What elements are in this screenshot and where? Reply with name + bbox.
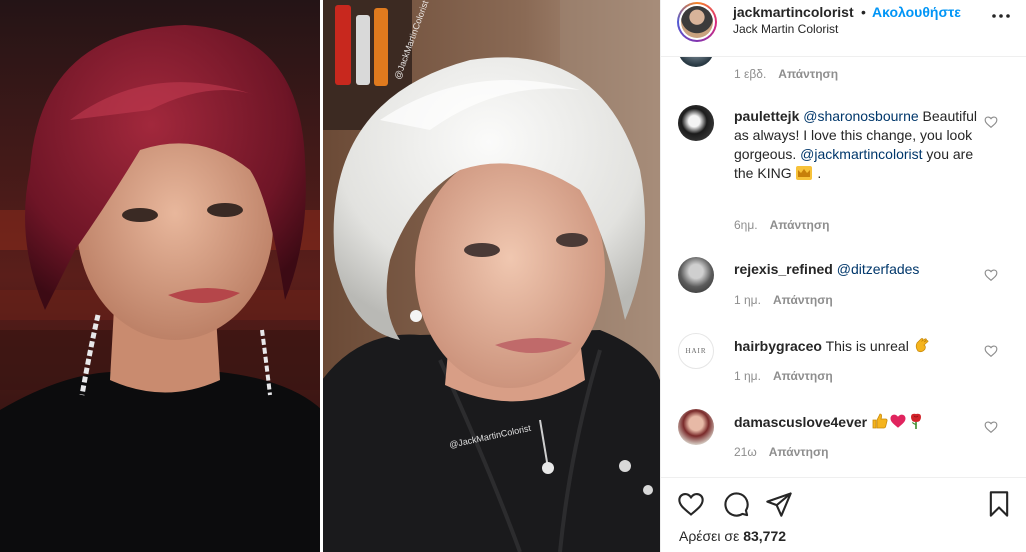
post-actions: Αρέσει σε 83,772	[661, 477, 1026, 552]
likes-number: 83,772	[743, 528, 787, 544]
comment-time: 21ω	[734, 445, 757, 459]
reply-button[interactable]: Απάντηση	[778, 67, 838, 81]
mention-link[interactable]: @sharonosbourne	[803, 108, 918, 124]
like-comment-icon[interactable]	[984, 115, 998, 129]
comments-list[interactable]: 1 εβδ. Απάντηση paulettejk @sharonosbourn…	[661, 56, 1026, 476]
crown-icon	[796, 166, 813, 180]
post-header: jackmartincolorist • Ακολουθήστε Jack Ma…	[661, 0, 1026, 56]
comment-username[interactable]: rejexis_refined	[734, 261, 833, 277]
save-bookmark-icon[interactable]	[985, 490, 1013, 518]
comment-text: damascuslove4ever	[734, 412, 979, 432]
like-comment-icon[interactable]	[984, 420, 998, 434]
author-subtitle: Jack Martin Colorist	[733, 22, 839, 36]
comment-time: 1 εβδ.	[734, 67, 767, 81]
comment-text: rejexis_refined @ditzerfades	[734, 260, 979, 279]
avatar[interactable]	[678, 409, 714, 445]
comment-meta: 6ημ. Απάντηση	[734, 218, 829, 232]
reply-button[interactable]: Απάντηση	[773, 369, 833, 383]
comment-body: .	[817, 165, 822, 181]
comment-meta: 1 ημ. Απάντηση	[734, 293, 833, 307]
comment-text: hairbygraceo This is unreal	[734, 336, 979, 356]
comment-username[interactable]: damascuslove4ever	[734, 414, 867, 430]
author-avatar[interactable]	[677, 2, 717, 42]
comment-username[interactable]: hairbygraceo	[734, 338, 822, 354]
clapping-hands-icon	[915, 338, 929, 353]
author-username[interactable]: jackmartincolorist	[733, 4, 854, 20]
comment-meta: 21ω Απάντηση	[734, 445, 829, 459]
reply-button[interactable]: Απάντηση	[770, 218, 830, 232]
post-side-panel: jackmartincolorist • Ακολουθήστε Jack Ma…	[660, 0, 1026, 552]
like-icon[interactable]	[677, 490, 705, 518]
comment-time: 6ημ.	[734, 218, 758, 232]
thumbs-up-icon	[872, 413, 888, 429]
share-icon[interactable]	[765, 490, 793, 518]
avatar[interactable]	[678, 257, 714, 293]
avatar[interactable]: HAIR	[678, 333, 714, 369]
avatar[interactable]	[678, 57, 714, 67]
comment-icon[interactable]	[722, 490, 750, 518]
avatar[interactable]	[678, 105, 714, 141]
post-image: @JackMartinColorist @JackMartinColorist	[0, 0, 660, 552]
follow-button[interactable]: Ακολουθήστε	[872, 4, 961, 20]
heart-emoji-icon	[890, 414, 906, 428]
comment-meta: 1 ημ. Απάντηση	[734, 369, 833, 383]
more-options-icon[interactable]	[991, 6, 1011, 26]
mention-link[interactable]: @jackmartincolorist	[800, 146, 922, 162]
comment-time: 1 ημ.	[734, 293, 761, 307]
reply-button[interactable]: Απάντηση	[773, 293, 833, 307]
mention-link[interactable]: @ditzerfades	[837, 261, 920, 277]
avatar-logo-text: HAIR	[685, 347, 707, 355]
separator-dot: •	[861, 4, 866, 20]
reply-button[interactable]: Απάντηση	[769, 445, 829, 459]
comment-meta: 1 εβδ. Απάντηση	[734, 67, 838, 81]
comment-text: paulettejk @sharonosbourne Beautiful as …	[734, 107, 979, 183]
like-comment-icon[interactable]	[984, 344, 998, 358]
rose-icon	[910, 413, 921, 429]
likes-count[interactable]: Αρέσει σε 83,772	[679, 528, 786, 544]
post-photo[interactable]: @JackMartinColorist @JackMartinColorist	[0, 0, 660, 552]
likes-label: Αρέσει σε	[679, 528, 740, 544]
comment-username[interactable]: paulettejk	[734, 108, 799, 124]
comment-body: This is unreal	[825, 338, 909, 354]
comment-time: 1 ημ.	[734, 369, 761, 383]
like-comment-icon[interactable]	[984, 268, 998, 282]
